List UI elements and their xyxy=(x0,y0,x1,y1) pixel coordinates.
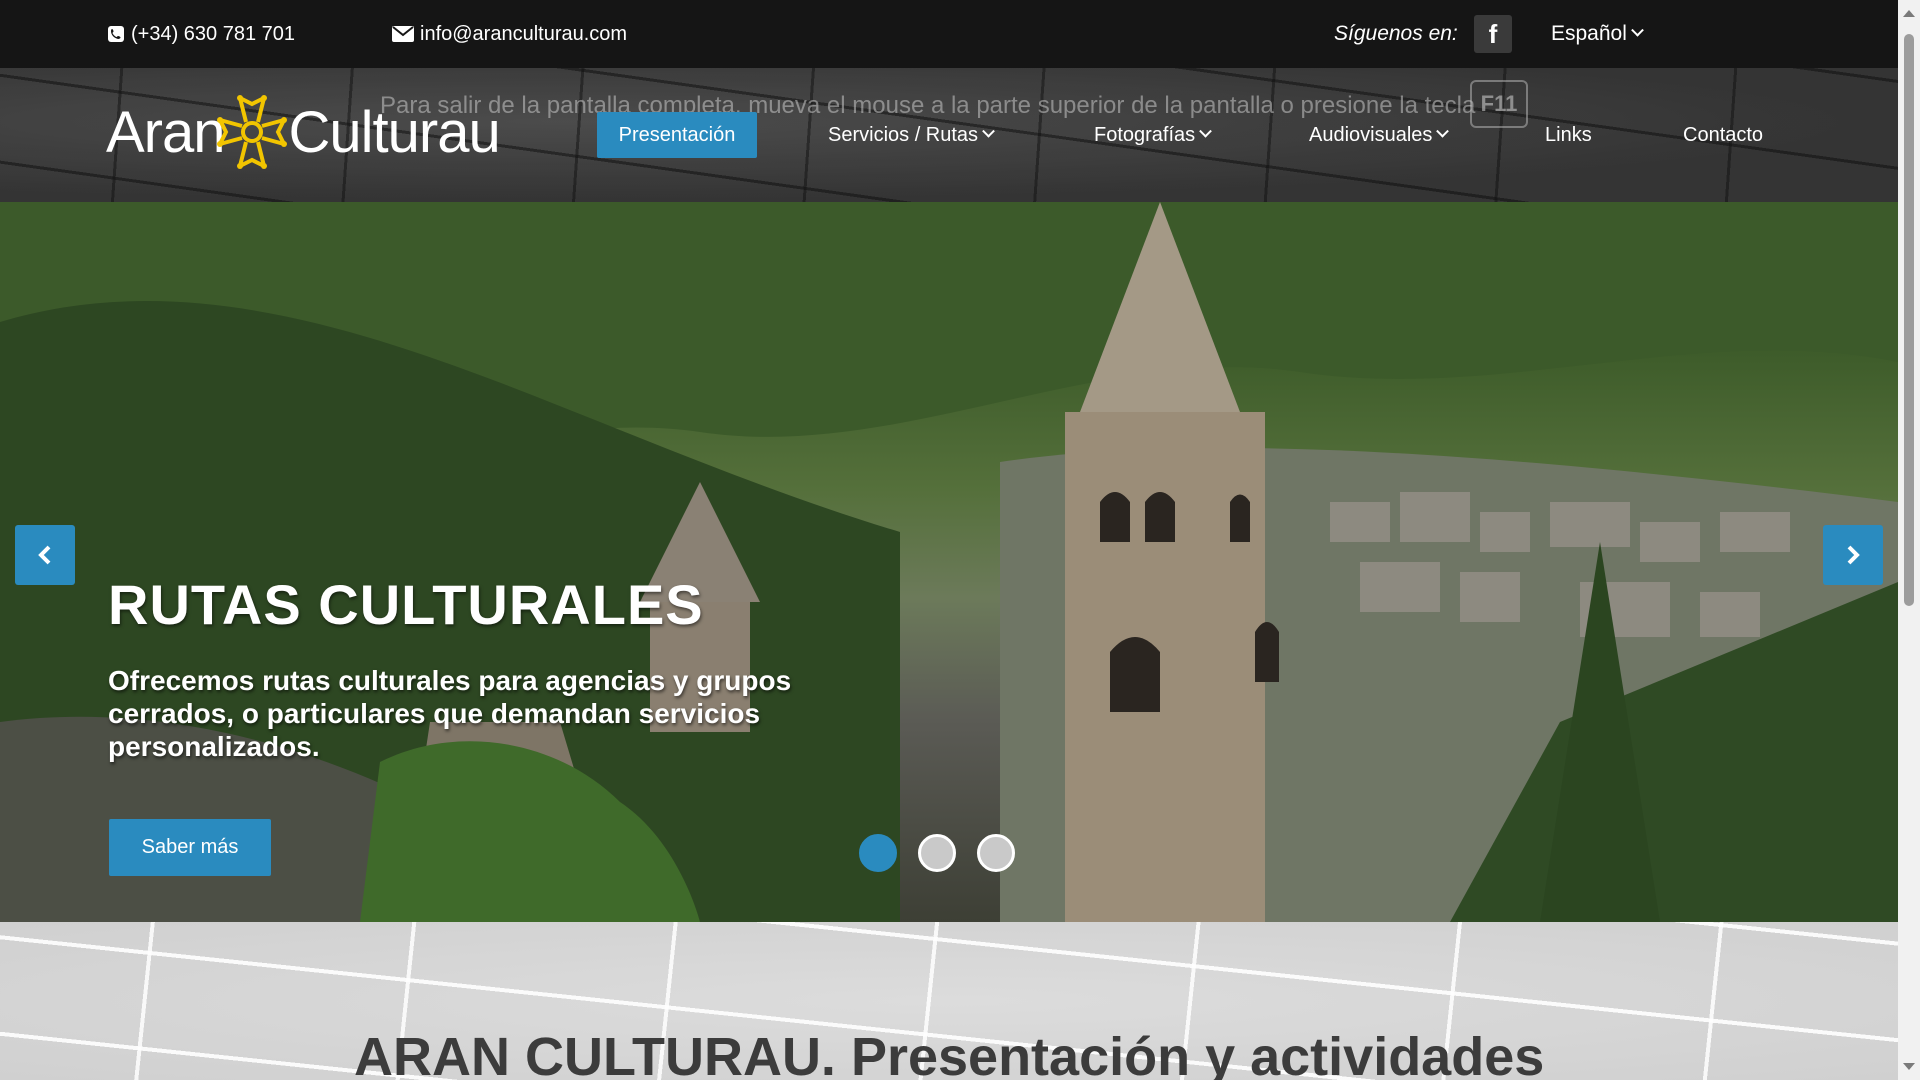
scroll-up-arrow-icon[interactable] xyxy=(1903,10,1915,17)
chevron-down-icon xyxy=(1199,124,1213,138)
presentation-section: ARAN CULTURAU. Presentación y actividade… xyxy=(0,922,1898,1080)
hero-description: Ofrecemos rutas culturales para agencias… xyxy=(108,665,792,762)
chevron-left-icon xyxy=(38,545,51,565)
nav-audiovisuales[interactable]: Audiovisuales xyxy=(1309,112,1450,158)
nav-fotografias-label: Fotografías xyxy=(1094,123,1196,146)
phone-number: (+34) 630 781 701 xyxy=(131,22,296,45)
follow-label: Síguenos en: xyxy=(1334,22,1458,45)
logo-text-left: Aran xyxy=(106,99,226,165)
saber-mas-button[interactable]: Saber más xyxy=(109,819,271,876)
f11-key-badge: F11 xyxy=(1470,80,1528,128)
nav-presentacion[interactable]: Presentación xyxy=(597,112,757,158)
nav-links[interactable]: Links xyxy=(1545,112,1592,158)
carousel-prev-button[interactable] xyxy=(15,525,75,585)
language-label: Español xyxy=(1551,22,1627,45)
email-address: info@aranculturau.com xyxy=(420,22,628,45)
carousel-next-button[interactable] xyxy=(1823,525,1883,585)
phone-icon xyxy=(107,25,125,43)
phone-contact[interactable]: (+34) 630 781 701 xyxy=(107,0,295,68)
carousel-dot-1[interactable] xyxy=(859,834,897,872)
hero-background-image xyxy=(0,202,1898,922)
site-header: Aran Culturau Para salir de la pantalla … xyxy=(0,68,1898,202)
carousel-dot-3[interactable] xyxy=(977,834,1015,872)
chevron-right-icon xyxy=(1847,545,1860,565)
chevron-down-icon xyxy=(1436,124,1450,138)
nav-audiovisuales-label: Audiovisuales xyxy=(1309,123,1433,146)
scrollbar-thumb[interactable] xyxy=(1904,34,1914,606)
facebook-icon[interactable]: f xyxy=(1474,15,1512,53)
nav-links-label: Links xyxy=(1545,123,1592,146)
email-contact[interactable]: info@aranculturau.com xyxy=(392,0,627,68)
nav-servicios-label: Servicios / Rutas xyxy=(828,123,979,146)
nav-servicios-rutas[interactable]: Servicios / Rutas xyxy=(828,112,995,158)
page-scrollbar[interactable] xyxy=(1898,0,1920,1080)
hero-title: RUTAS CULTURALES xyxy=(108,573,704,636)
carousel-dot-2[interactable] xyxy=(918,834,956,872)
page: (+34) 630 781 701 info@aranculturau.com … xyxy=(0,0,1898,1080)
nav-presentacion-label: Presentación xyxy=(618,123,736,146)
scroll-down-arrow-icon[interactable] xyxy=(1903,1063,1915,1070)
occitan-cross-logo xyxy=(216,95,287,169)
section-title: ARAN CULTURAU. Presentación y actividade… xyxy=(354,1027,1545,1080)
top-bar: (+34) 630 781 701 info@aranculturau.com … xyxy=(0,0,1898,68)
nav-contacto-label: Contacto xyxy=(1683,123,1764,146)
hero-carousel: RUTAS CULTURALES Ofrecemos rutas cultura… xyxy=(0,202,1898,922)
chevron-down-icon xyxy=(1631,23,1644,37)
language-selector[interactable]: Español xyxy=(1551,0,1644,68)
envelope-icon xyxy=(392,26,414,42)
nav-contacto[interactable]: Contacto xyxy=(1683,112,1763,158)
nav-fotografias[interactable]: Fotografías xyxy=(1094,112,1213,158)
chevron-down-icon xyxy=(982,124,995,138)
